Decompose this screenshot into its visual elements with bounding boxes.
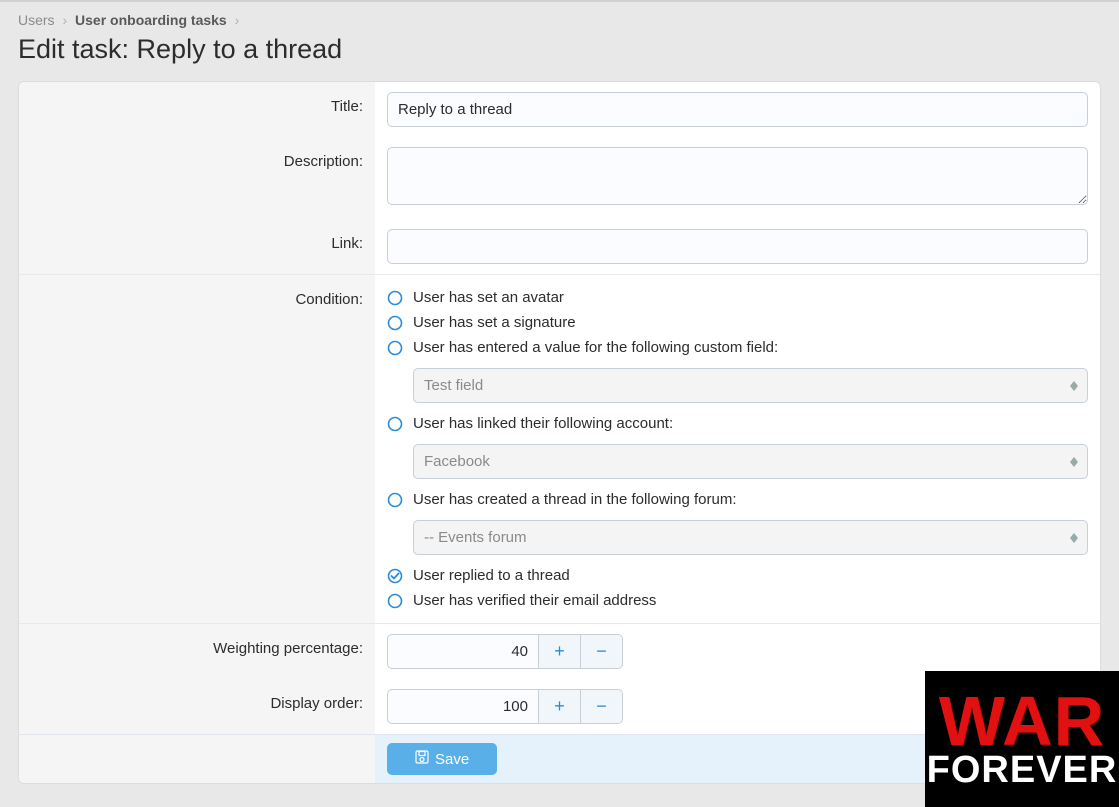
display-order-decrease-button[interactable]: − [580, 690, 622, 723]
description-textarea[interactable] [387, 147, 1088, 205]
breadcrumb: Users › User onboarding tasks › [0, 2, 1119, 34]
weighting-increase-button[interactable]: + [538, 635, 580, 668]
condition-signature-label: User has set a signature [413, 314, 576, 331]
custom-field-select[interactable]: Test field [413, 368, 1088, 403]
minus-icon: − [596, 696, 607, 717]
overlay-line2: FOREVER [927, 754, 1118, 786]
description-label: Description: [19, 137, 375, 219]
forum-select[interactable]: -- Events forum [413, 520, 1088, 555]
overlay-line1: WAR [939, 692, 1105, 752]
updown-icon [1069, 455, 1079, 469]
plus-icon: + [554, 641, 565, 662]
radio-signature[interactable] [387, 315, 403, 331]
updown-icon [1069, 531, 1079, 545]
radio-linked-account[interactable] [387, 416, 403, 432]
radio-created-thread[interactable] [387, 492, 403, 508]
weighting-decrease-button[interactable]: − [580, 635, 622, 668]
display-order-input[interactable] [388, 690, 538, 723]
weighting-input[interactable] [388, 635, 538, 668]
link-input[interactable] [387, 229, 1088, 264]
condition-verified-email-label: User has verified their email address [413, 592, 656, 609]
custom-field-select-value: Test field [424, 377, 483, 394]
condition-created-thread-label: User has created a thread in the followi… [413, 491, 737, 508]
condition-linked-account-label: User has linked their following account: [413, 415, 673, 432]
link-label: Link: [19, 219, 375, 274]
title-label: Title: [19, 82, 375, 137]
display-order-label: Display order: [19, 679, 375, 734]
radio-replied-thread[interactable] [387, 568, 403, 584]
radio-avatar[interactable] [387, 290, 403, 306]
title-input[interactable] [387, 92, 1088, 127]
display-order-increase-button[interactable]: + [538, 690, 580, 723]
radio-verified-email[interactable] [387, 593, 403, 609]
display-order-stepper: + − [387, 689, 623, 724]
radio-custom-field[interactable] [387, 340, 403, 356]
breadcrumb-onboarding-tasks[interactable]: User onboarding tasks [75, 12, 227, 28]
weighting-stepper: + − [387, 634, 623, 669]
linked-account-select-value: Facebook [424, 453, 490, 470]
save-button[interactable]: Save [387, 743, 497, 775]
plus-icon: + [554, 696, 565, 717]
condition-label: Condition: [19, 275, 375, 623]
page-title: Edit task: Reply to a thread [0, 34, 1119, 81]
save-button-label: Save [435, 751, 469, 768]
breadcrumb-users[interactable]: Users [18, 12, 55, 28]
linked-account-select[interactable]: Facebook [413, 444, 1088, 479]
condition-avatar-label: User has set an avatar [413, 289, 564, 306]
condition-custom-field-label: User has entered a value for the followi… [413, 339, 778, 356]
updown-icon [1069, 379, 1079, 393]
weighting-label: Weighting percentage: [19, 624, 375, 679]
forum-select-value: -- Events forum [424, 529, 527, 546]
save-icon [415, 750, 429, 768]
overlay-thumbnail: WAR FOREVER [925, 671, 1119, 807]
chevron-right-icon: › [235, 12, 240, 28]
condition-replied-thread-label: User replied to a thread [413, 567, 570, 584]
chevron-right-icon: › [62, 12, 67, 28]
minus-icon: − [596, 641, 607, 662]
